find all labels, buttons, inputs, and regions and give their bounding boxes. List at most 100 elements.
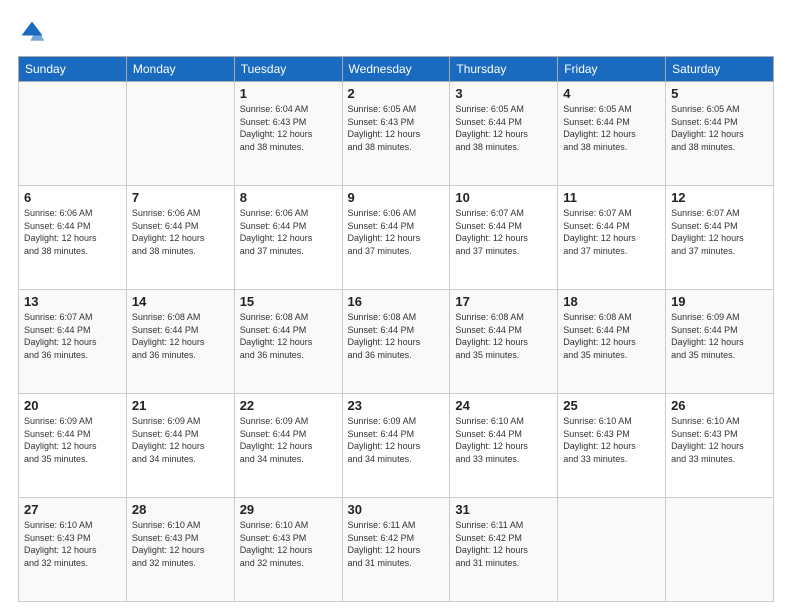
- calendar-cell: 15Sunrise: 6:08 AM Sunset: 6:44 PM Dayli…: [234, 290, 342, 394]
- day-number: 21: [132, 398, 229, 413]
- calendar-cell: 6 Sunrise: 6:06 AM Sunset: 6:44 PM Daylig…: [19, 186, 127, 290]
- calendar-week-row: 1 Sunrise: 6:04 AM Sunset: 6:43 PM Daylig…: [19, 82, 774, 186]
- day-number: 24: [455, 398, 552, 413]
- day-number: 22: [240, 398, 337, 413]
- cell-content: Sunrise: 6:04 AM Sunset: 6:43 PM Dayligh…: [240, 103, 337, 153]
- cell-content: Sunrise: 6:06 AM Sunset: 6:44 PM Dayligh…: [348, 207, 445, 257]
- cell-content: Sunrise: 6:05 AM Sunset: 6:43 PM Dayligh…: [348, 103, 445, 153]
- calendar-cell: 23 Sunrise: 6:09 AM Sunset: 6:44 PM Dayli…: [342, 394, 450, 498]
- calendar-weekday-header: Thursday: [450, 57, 558, 82]
- day-number: 23: [348, 398, 445, 413]
- calendar-cell: [558, 498, 666, 602]
- calendar-cell: 26Sunrise: 6:10 AM Sunset: 6:43 PM Dayli…: [666, 394, 774, 498]
- day-number: 16: [348, 294, 445, 309]
- day-number: 8: [240, 190, 337, 205]
- calendar-cell: 30 Sunrise: 6:11 AM Sunset: 6:42 PM Dayli…: [342, 498, 450, 602]
- calendar-cell: 10 Sunrise: 6:07 AM Sunset: 6:44 PM Dayli…: [450, 186, 558, 290]
- day-number: 13: [24, 294, 121, 309]
- calendar-cell: 25 Sunrise: 6:10 AM Sunset: 6:43 PM Dayli…: [558, 394, 666, 498]
- day-number: 30: [348, 502, 445, 517]
- calendar-cell: [19, 82, 127, 186]
- cell-content: Sunrise: 6:09 AM Sunset: 6:44 PM Dayligh…: [348, 415, 445, 465]
- day-number: 7: [132, 190, 229, 205]
- cell-content: Sunrise: 6:06 AM Sunset: 6:44 PM Dayligh…: [24, 207, 121, 257]
- calendar-weekday-header: Monday: [126, 57, 234, 82]
- calendar-cell: 31 Sunrise: 6:11 AM Sunset: 6:42 PM Dayli…: [450, 498, 558, 602]
- calendar-cell: 19Sunrise: 6:09 AM Sunset: 6:44 PM Dayli…: [666, 290, 774, 394]
- day-number: 5: [671, 86, 768, 101]
- day-number: 26: [671, 398, 768, 413]
- calendar-cell: 18Sunrise: 6:08 AM Sunset: 6:44 PM Dayli…: [558, 290, 666, 394]
- calendar-cell: 11 Sunrise: 6:07 AM Sunset: 6:44 PM Dayli…: [558, 186, 666, 290]
- calendar-cell: 1 Sunrise: 6:04 AM Sunset: 6:43 PM Daylig…: [234, 82, 342, 186]
- cell-content: Sunrise: 6:07 AM Sunset: 6:44 PM Dayligh…: [455, 207, 552, 257]
- calendar-cell: 7 Sunrise: 6:06 AM Sunset: 6:44 PM Daylig…: [126, 186, 234, 290]
- calendar-weekday-header: Saturday: [666, 57, 774, 82]
- day-number: 15: [240, 294, 337, 309]
- cell-content: Sunrise: 6:05 AM Sunset: 6:44 PM Dayligh…: [455, 103, 552, 153]
- calendar-cell: 22Sunrise: 6:09 AM Sunset: 6:44 PM Dayli…: [234, 394, 342, 498]
- day-number: 6: [24, 190, 121, 205]
- cell-content: Sunrise: 6:10 AM Sunset: 6:43 PM Dayligh…: [240, 519, 337, 569]
- cell-content: Sunrise: 6:05 AM Sunset: 6:44 PM Dayligh…: [671, 103, 768, 153]
- header: [18, 18, 774, 46]
- calendar-cell: 20 Sunrise: 6:09 AM Sunset: 6:44 PM Dayli…: [19, 394, 127, 498]
- cell-content: Sunrise: 6:11 AM Sunset: 6:42 PM Dayligh…: [348, 519, 445, 569]
- cell-content: Sunrise: 6:05 AM Sunset: 6:44 PM Dayligh…: [563, 103, 660, 153]
- day-number: 28: [132, 502, 229, 517]
- cell-content: Sunrise: 6:07 AM Sunset: 6:44 PM Dayligh…: [671, 207, 768, 257]
- day-number: 20: [24, 398, 121, 413]
- day-number: 4: [563, 86, 660, 101]
- calendar-weekday-header: Tuesday: [234, 57, 342, 82]
- day-number: 12: [671, 190, 768, 205]
- calendar-cell: 9 Sunrise: 6:06 AM Sunset: 6:44 PM Daylig…: [342, 186, 450, 290]
- calendar-week-row: 20 Sunrise: 6:09 AM Sunset: 6:44 PM Dayli…: [19, 394, 774, 498]
- day-number: 31: [455, 502, 552, 517]
- cell-content: Sunrise: 6:06 AM Sunset: 6:44 PM Dayligh…: [240, 207, 337, 257]
- cell-content: Sunrise: 6:11 AM Sunset: 6:42 PM Dayligh…: [455, 519, 552, 569]
- calendar-cell: 8 Sunrise: 6:06 AM Sunset: 6:44 PM Daylig…: [234, 186, 342, 290]
- day-number: 9: [348, 190, 445, 205]
- cell-content: Sunrise: 6:07 AM Sunset: 6:44 PM Dayligh…: [563, 207, 660, 257]
- calendar-cell: 29Sunrise: 6:10 AM Sunset: 6:43 PM Dayli…: [234, 498, 342, 602]
- calendar-cell: 2 Sunrise: 6:05 AM Sunset: 6:43 PM Daylig…: [342, 82, 450, 186]
- day-number: 14: [132, 294, 229, 309]
- logo-icon: [18, 18, 46, 46]
- calendar-cell: [126, 82, 234, 186]
- day-number: 10: [455, 190, 552, 205]
- cell-content: Sunrise: 6:09 AM Sunset: 6:44 PM Dayligh…: [24, 415, 121, 465]
- cell-content: Sunrise: 6:08 AM Sunset: 6:44 PM Dayligh…: [132, 311, 229, 361]
- day-number: 2: [348, 86, 445, 101]
- calendar-cell: 16 Sunrise: 6:08 AM Sunset: 6:44 PM Dayli…: [342, 290, 450, 394]
- calendar-weekday-header: Friday: [558, 57, 666, 82]
- calendar-cell: 12 Sunrise: 6:07 AM Sunset: 6:44 PM Dayli…: [666, 186, 774, 290]
- cell-content: Sunrise: 6:09 AM Sunset: 6:44 PM Dayligh…: [671, 311, 768, 361]
- logo: [18, 18, 50, 46]
- calendar-cell: 5 Sunrise: 6:05 AM Sunset: 6:44 PM Daylig…: [666, 82, 774, 186]
- calendar-cell: 21 Sunrise: 6:09 AM Sunset: 6:44 PM Dayli…: [126, 394, 234, 498]
- calendar-cell: 3 Sunrise: 6:05 AM Sunset: 6:44 PM Daylig…: [450, 82, 558, 186]
- day-number: 25: [563, 398, 660, 413]
- day-number: 1: [240, 86, 337, 101]
- calendar-week-row: 6 Sunrise: 6:06 AM Sunset: 6:44 PM Daylig…: [19, 186, 774, 290]
- day-number: 11: [563, 190, 660, 205]
- day-number: 3: [455, 86, 552, 101]
- cell-content: Sunrise: 6:08 AM Sunset: 6:44 PM Dayligh…: [348, 311, 445, 361]
- cell-content: Sunrise: 6:09 AM Sunset: 6:44 PM Dayligh…: [132, 415, 229, 465]
- calendar-cell: 27Sunrise: 6:10 AM Sunset: 6:43 PM Dayli…: [19, 498, 127, 602]
- cell-content: Sunrise: 6:06 AM Sunset: 6:44 PM Dayligh…: [132, 207, 229, 257]
- calendar-week-row: 13Sunrise: 6:07 AM Sunset: 6:44 PM Dayli…: [19, 290, 774, 394]
- page: SundayMondayTuesdayWednesdayThursdayFrid…: [0, 0, 792, 612]
- cell-content: Sunrise: 6:08 AM Sunset: 6:44 PM Dayligh…: [455, 311, 552, 361]
- calendar-weekday-header: Wednesday: [342, 57, 450, 82]
- calendar-header-row: SundayMondayTuesdayWednesdayThursdayFrid…: [19, 57, 774, 82]
- cell-content: Sunrise: 6:10 AM Sunset: 6:43 PM Dayligh…: [563, 415, 660, 465]
- day-number: 17: [455, 294, 552, 309]
- calendar-week-row: 27Sunrise: 6:10 AM Sunset: 6:43 PM Dayli…: [19, 498, 774, 602]
- calendar-cell: 28Sunrise: 6:10 AM Sunset: 6:43 PM Dayli…: [126, 498, 234, 602]
- cell-content: Sunrise: 6:10 AM Sunset: 6:43 PM Dayligh…: [24, 519, 121, 569]
- calendar-cell: [666, 498, 774, 602]
- calendar-cell: 4 Sunrise: 6:05 AM Sunset: 6:44 PM Daylig…: [558, 82, 666, 186]
- calendar-cell: 14 Sunrise: 6:08 AM Sunset: 6:44 PM Dayli…: [126, 290, 234, 394]
- calendar-cell: 17 Sunrise: 6:08 AM Sunset: 6:44 PM Dayli…: [450, 290, 558, 394]
